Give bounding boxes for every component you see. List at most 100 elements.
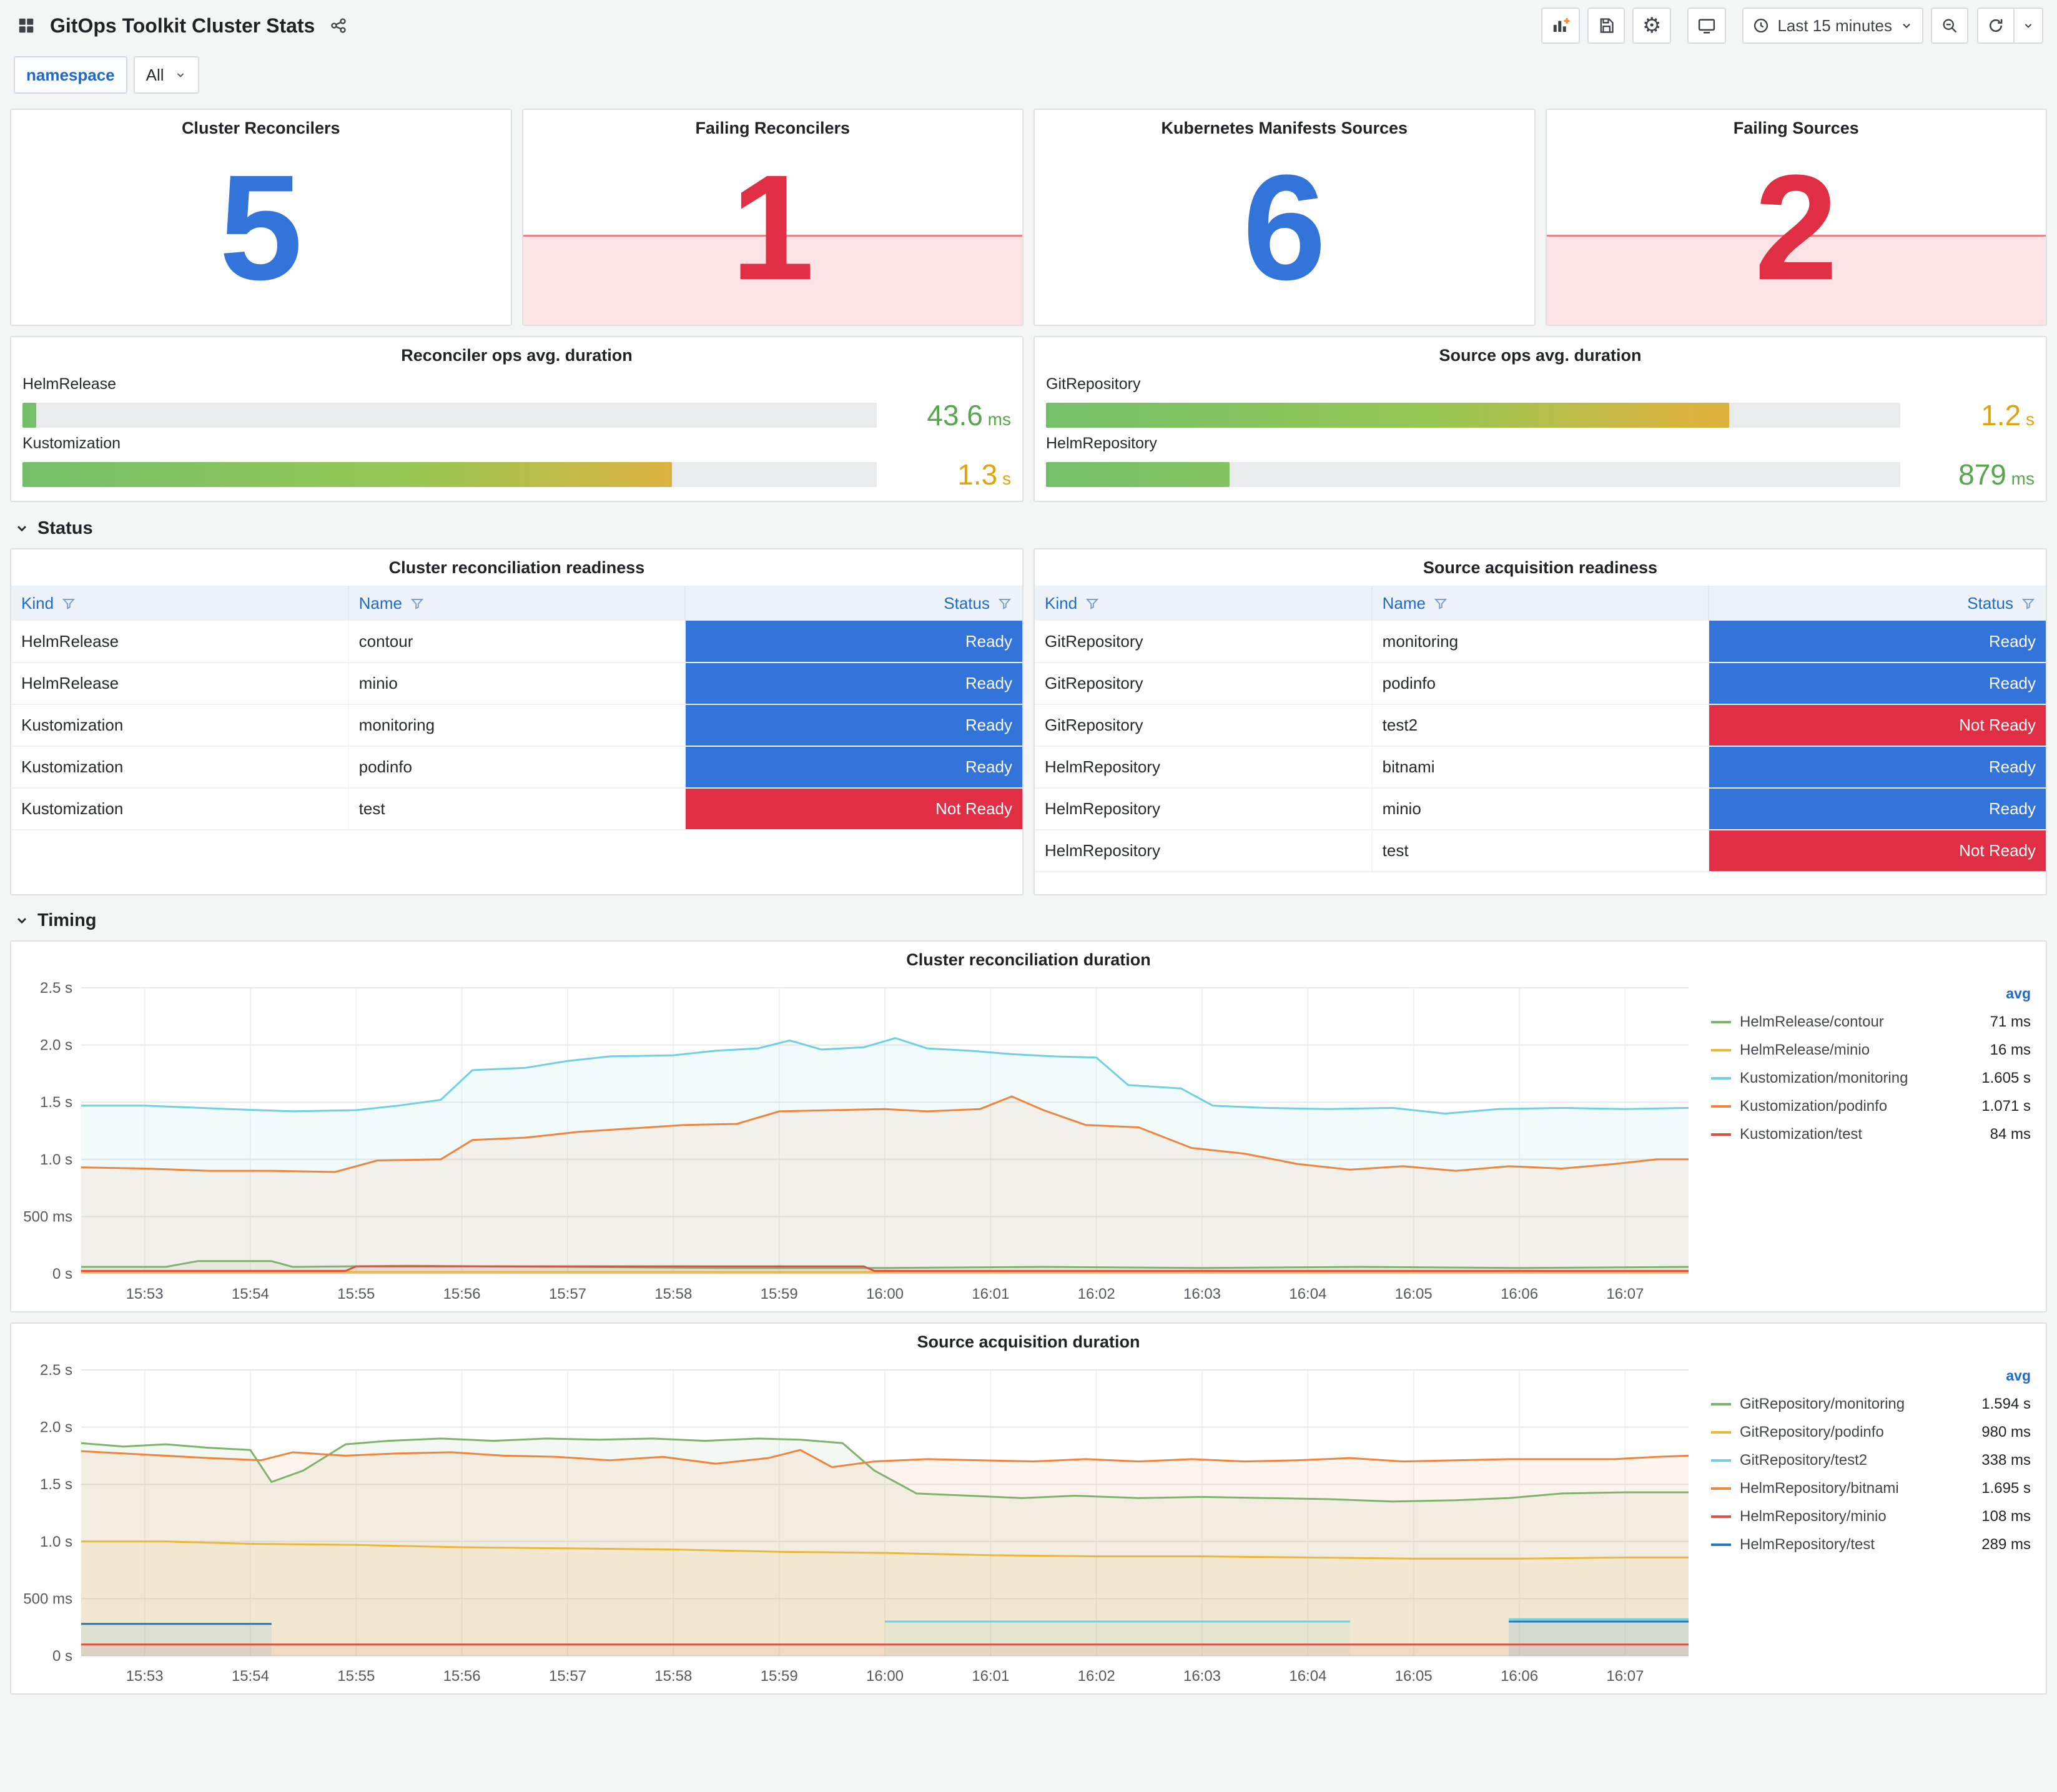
column-header-status[interactable]: Status [685,586,1022,621]
filter-icon [1434,598,1448,609]
dashboard-title: GitOps Toolkit Cluster Stats [50,14,315,37]
panel-title: Cluster reconciliation duration [906,950,1151,969]
legend-series-avg: 71 ms [1990,1013,2031,1030]
series-color-swatch [1711,1048,1731,1051]
status-cell: Not Ready [1709,704,2046,747]
zoom-out-button[interactable] [1931,7,1968,44]
variable-namespace-select[interactable]: All [133,56,199,94]
column-header-kind[interactable]: Kind [11,586,349,621]
settings-gear-button[interactable]: ⚙ [1632,7,1672,44]
kind-cell: GitRepository [1035,662,1373,705]
dashboards-grid-icon[interactable] [14,7,39,44]
legend-series-name[interactable]: HelmRepository/test [1740,1536,1875,1553]
refresh-button[interactable] [1977,7,2015,44]
y-tick-label: 500 ms [23,1208,72,1225]
y-tick-label: 2.0 s [40,1419,72,1436]
y-tick-label: 2.0 s [40,1037,72,1054]
column-header-name[interactable]: Name [1371,586,1710,621]
legend-row: HelmRepository/minio 108 ms [1711,1502,2031,1530]
stat-panel: Kubernetes Manifests Sources 6 [1033,109,1536,326]
gear-icon: ⚙ [1642,13,1662,38]
legend-series-name[interactable]: HelmRelease/minio [1740,1041,1870,1059]
bargauge-fill [1046,403,1730,428]
name-cell: podinfo [1371,662,1710,705]
legend-series-avg: 289 ms [1981,1535,2031,1553]
column-header-kind[interactable]: Kind [1035,586,1373,621]
column-header-label: Status [1967,593,2013,613]
chevron-down-icon [2025,24,2032,28]
legend-series-name[interactable]: HelmRepository/bitnami [1740,1480,1899,1497]
variable-namespace-label: namespace [14,56,127,94]
refresh-interval-caret[interactable] [2015,7,2043,44]
bargauge-row: Kustomization 1.3 s [22,435,1011,491]
status-cell: Ready [1709,621,2046,663]
tv-mode-button[interactable] [1687,7,1727,44]
y-tick-label: 1.0 s [40,1151,72,1168]
filter-icon [998,598,1012,609]
x-tick-label: 16:02 [1078,1668,1115,1685]
column-header-status[interactable]: Status [1709,586,2046,621]
table-row: HelmRepository test Not Ready [1035,830,2046,872]
legend-avg-header[interactable]: avg [1711,985,2031,1008]
column-header-label: Status [944,593,990,613]
y-tick-label: 1.5 s [40,1094,72,1111]
table-panel: Source acquisition readiness Kind Name Stat… [1033,548,2047,895]
legend-series-name[interactable]: Kustomization/podinfo [1740,1098,1887,1115]
share-icon[interactable] [326,7,351,44]
timeseries-svg[interactable]: 15:53 15:54 15:55 15:56 15:57 15:58 15:59 16:00… [14,1360,1705,1690]
filter-icon [1085,598,1099,609]
status-badge: Ready [1709,789,2046,829]
column-header-name[interactable]: Name [348,586,686,621]
bargauge-row: HelmRepository 879 ms [1046,435,2035,491]
legend-series-name[interactable]: Kustomization/test [1740,1126,1862,1143]
x-tick-label: 15:58 [654,1668,692,1685]
legend-series-avg: 108 ms [1981,1507,2031,1525]
table-row: HelmRelease contour Ready [11,621,1022,663]
section-header-timing[interactable]: Timing [10,903,2047,938]
x-tick-label: 16:02 [1078,1286,1115,1302]
filter-icon [62,598,76,609]
name-cell: bitnami [1371,746,1710,789]
filter-icon [2021,598,2035,609]
legend-avg-header[interactable]: avg [1711,1367,2031,1390]
timeseries-svg[interactable]: 15:53 15:54 15:55 15:56 15:57 15:58 15:59 16:00… [14,978,1705,1307]
status-cell: Ready [685,662,1022,705]
column-header-label: Kind [21,593,54,613]
bargauge-body: HelmRelease 43.6 ms Kustomization 1.3 s [11,373,1022,501]
bargauge-fill [22,461,672,487]
legend-series-name[interactable]: GitRepository/podinfo [1740,1424,1884,1441]
stat-panel: Failing Sources 2 [1545,109,2047,326]
chart-plot-area[interactable]: 15:53 15:54 15:55 15:56 15:57 15:58 15:59 16:00… [14,978,1705,1307]
column-header-label: Name [358,593,403,613]
top-bar: GitOps Toolkit Cluster Stats ⚙ Last 15 m… [10,0,2047,47]
legend-series-name[interactable]: GitRepository/monitoring [1740,1396,1905,1413]
chart-plot-area[interactable]: 15:53 15:54 15:55 15:56 15:57 15:58 15:59 16:00… [14,1360,1705,1690]
table-row: Kustomization podinfo Ready [11,746,1022,789]
legend-row: GitRepository/test2 338 ms [1711,1446,2031,1474]
bargauge-value: 1.3 s [877,458,1011,491]
legend-series-name[interactable]: HelmRepository/minio [1740,1508,1887,1525]
table-wrap: Kind Name Status GitRepository monitoring Rea… [1035,586,2046,872]
status-table: Kind Name Status HelmRelease contour Ready Hel… [11,586,1022,830]
tables-row: Cluster reconciliation readiness Kind Name… [10,548,2047,895]
legend-series-name[interactable]: HelmRelease/contour [1740,1013,1884,1031]
y-tick-label: 1.5 s [40,1476,72,1493]
y-tick-label: 0 s [52,1266,72,1282]
legend-series-name[interactable]: Kustomization/monitoring [1740,1070,1908,1087]
section-header-status[interactable]: Status [10,511,2047,546]
legend-series-name[interactable]: GitRepository/test2 [1740,1452,1867,1469]
legend-row: HelmRelease/minio 16 ms [1711,1036,2031,1064]
table-row: HelmRepository bitnami Ready [1035,746,2046,789]
table-header-row: Kind Name Status [11,586,1022,621]
stat-value: 5 [219,144,303,311]
name-cell: monitoring [1371,621,1710,663]
name-cell: minio [348,662,686,705]
x-tick-label: 15:57 [549,1668,586,1685]
save-dashboard-button[interactable] [1587,7,1625,44]
series-color-swatch [1711,1487,1731,1490]
add-panel-button[interactable] [1541,7,1580,44]
series-color-swatch [1711,1459,1731,1462]
name-cell: test2 [1371,704,1710,747]
time-picker-button[interactable]: Last 15 minutes [1742,7,1923,44]
name-cell: podinfo [348,746,686,789]
